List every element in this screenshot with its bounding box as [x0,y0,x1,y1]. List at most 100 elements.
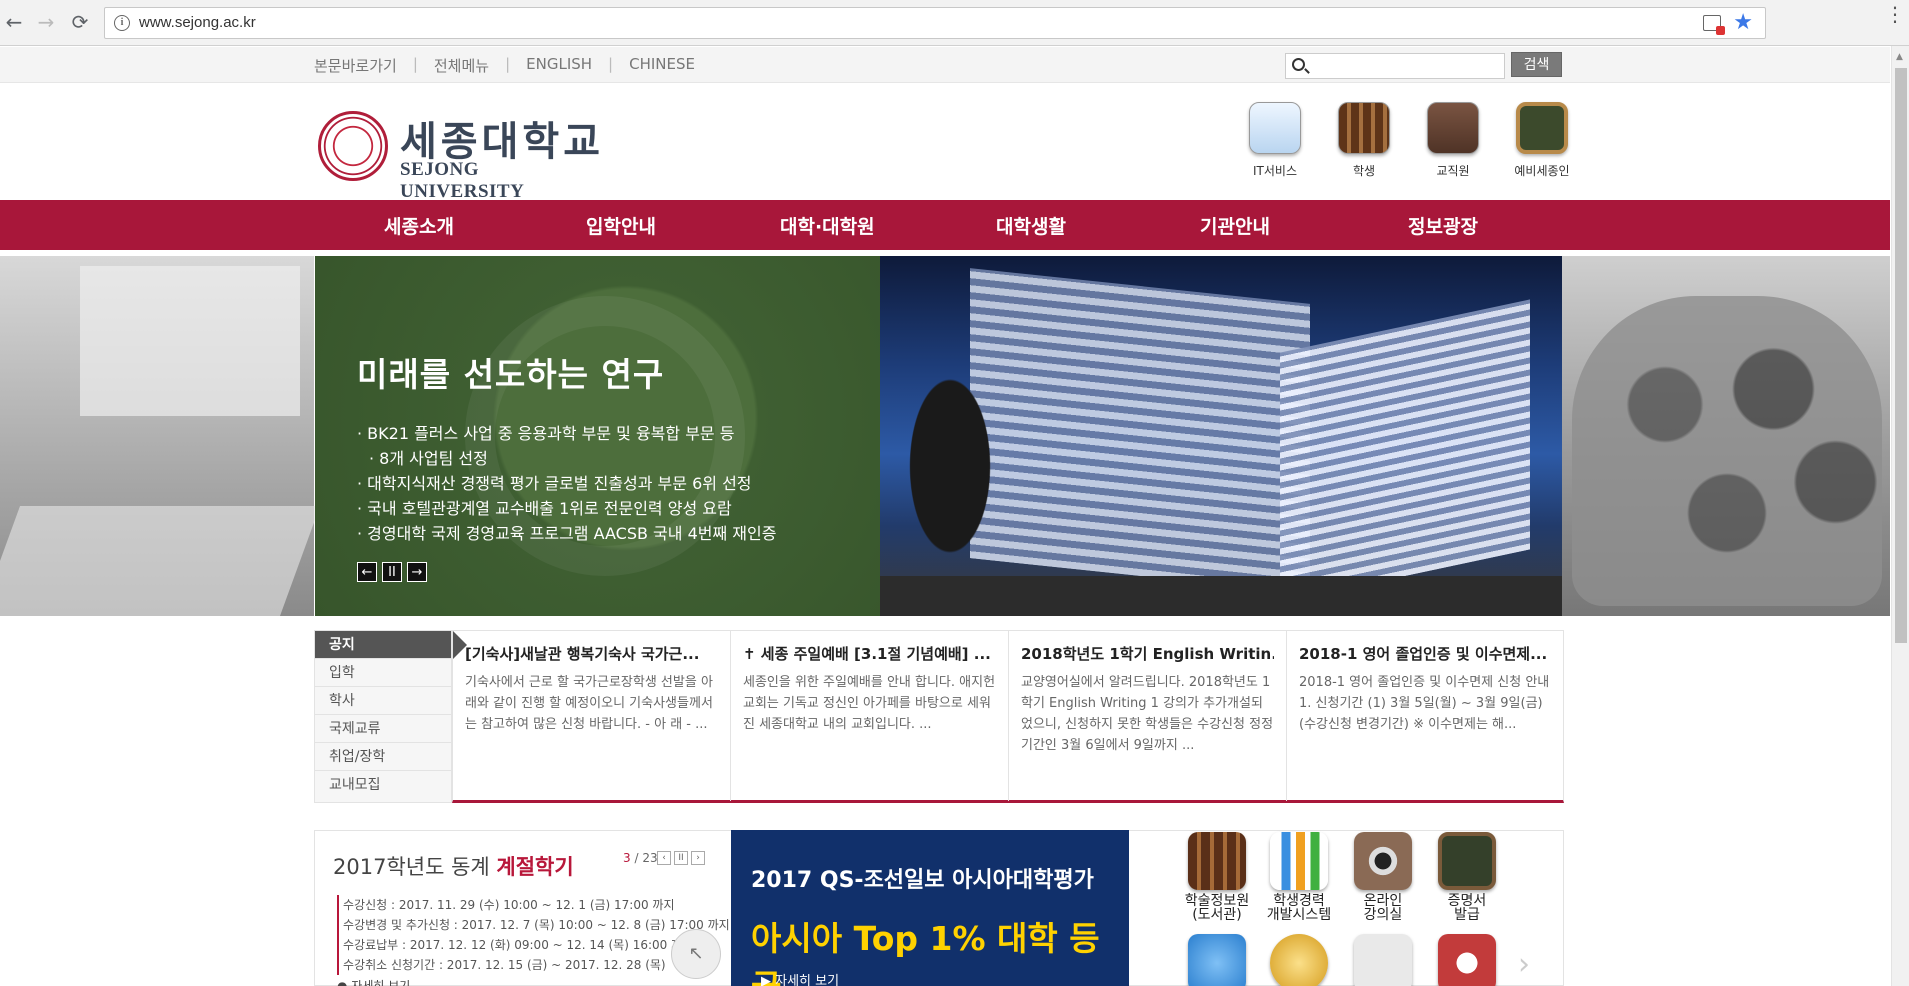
bar-chart-icon [1270,832,1328,890]
menu-item-about[interactable]: 세종소개 [384,212,454,239]
menu-item-campus-life[interactable]: 대학생활 [996,212,1066,239]
all-menu-link[interactable]: 전체메뉴 [434,55,489,76]
scrollbar-thumb[interactable] [1895,68,1907,643]
shortcut-search[interactable] [1341,930,1425,986]
shortcut-certificate[interactable]: 증명서 발급 [1425,828,1509,922]
shortcut-global[interactable] [1175,930,1259,986]
plaza [880,576,1562,616]
skip-to-content-link[interactable]: 본문바로가기 [314,55,397,76]
tab-notice[interactable]: 공지 [315,631,467,659]
notice-body: 2018-1 영어 졸업인증 및 이수면제 신청 안내 1. 신청기간 (1) … [1299,675,1550,732]
pager-pause-icon[interactable]: II [674,851,688,865]
banner-prev-button[interactable]: ← [357,562,377,582]
schedule-title-main: 2017학년도 동계 [333,855,497,879]
reload-icon[interactable]: ⟳ [68,10,92,34]
tab-admission[interactable]: 입학 [315,659,451,687]
blackboard-icon [1516,102,1568,154]
notice-title[interactable]: ✝ 세종 주일예배 [3.1절 기념예배] ... [743,643,996,664]
tab-career-scholarship[interactable]: 취업/장학 [315,743,451,771]
notice-tabs: 공지 입학 학사 국제교류 취업/장학 교내모집 [314,630,467,803]
seal-stamp-icon [1438,934,1496,986]
divider: | [608,55,614,73]
banner-bullet: 경영대학 국제 경영교육 프로그램 AACSB 국내 4번째 재인증 [357,521,776,546]
shortcut-next-arrow-icon[interactable]: › [1518,947,1530,982]
notice-card[interactable]: 2018-1 영어 졸업인증 및 이수면제... 2018-1 영어 졸업인증 … [1287,631,1565,801]
scroll-up-icon[interactable]: ▲ [1896,52,1903,62]
banner-next-button[interactable]: → [407,562,427,582]
vertical-scrollbar[interactable]: ▲ [1891,46,1909,986]
schedule-more-link[interactable]: ● 자세히 보기 [337,977,410,986]
main-menu: 세종소개 입학안내 대학·대학원 대학생활 기관안내 정보광장 [0,200,1890,250]
back-button-icon[interactable]: ← [2,10,26,34]
quick-link-it-service[interactable]: IT서비스 [1245,102,1305,179]
chat-window-icon [1249,102,1301,154]
search-button[interactable]: 검색 [1511,52,1562,77]
shortcut-library[interactable]: 학술정보원 (도서관) [1175,828,1259,922]
building [1280,299,1530,603]
quick-link-student[interactable]: 학생 [1334,102,1394,179]
banner-bullet-continued: 8개 사업팀 선정 [357,446,776,471]
tab-international[interactable]: 국제교류 [315,715,451,743]
qs-banner-more[interactable]: ▶ 자세히 보기 [761,970,839,986]
menu-item-admission[interactable]: 입학안내 [586,212,656,239]
popup-blocked-icon[interactable] [1703,15,1725,35]
banner-bullet: BK21 플러스 사업 중 응용과학 부문 및 융복합 부문 등 [357,421,776,446]
menu-item-info-plaza[interactable]: 정보광장 [1408,212,1478,239]
search-icon [1292,58,1305,71]
briefcase-icon [1427,102,1479,154]
meeting-table [0,506,321,616]
site-info-icon[interactable]: i [114,15,130,31]
banner-pause-button[interactable]: II [382,562,402,582]
campus-night-photo [880,256,1562,616]
menu-item-colleges[interactable]: 대학·대학원 [780,212,875,239]
quick-link-label: 교직원 [1436,164,1470,178]
notice-card[interactable]: [기숙사]새날관 행복기숙사 국가근... 기숙사에서 근로 할 국가근로장학생… [453,631,731,801]
url-text[interactable]: www.sejong.ac.kr [139,14,256,31]
university-logo[interactable]: 세종대학교 SEJONG UNIVERSITY [318,109,608,202]
quick-link-staff[interactable]: 교직원 [1423,102,1483,179]
bookmark-star-icon[interactable]: ★ [1733,10,1753,35]
quick-link-prospective[interactable]: 예비세종인 [1512,102,1572,179]
divider: | [412,55,418,73]
bookshelf-icon [1338,102,1390,154]
notice-body: 기숙사에서 근로 할 국가근로장학생 선발을 아래와 같이 진행 할 예정이오니… [465,675,713,732]
notice-title[interactable]: 2018-1 영어 졸업인증 및 이수면제... [1299,643,1553,664]
shortcut-career-system[interactable]: 학생경력 개발시스템 [1257,828,1341,922]
search-input[interactable] [1285,53,1505,79]
divider: | [505,55,511,73]
window-light [80,266,300,416]
library-icon [1188,832,1246,890]
pointer-cursor-icon[interactable]: ↖ [671,929,721,979]
shortcut-award[interactable] [1257,930,1341,986]
address-bar[interactable]: i www.sejong.ac.kr ★ [104,7,1766,39]
english-link[interactable]: ENGLISH [526,55,592,76]
pager-prev-icon[interactable]: ‹ [657,851,671,865]
chinese-link[interactable]: CHINESE [629,55,695,76]
notice-cards: [기숙사]새날관 행복기숙사 국가근... 기숙사에서 근로 할 국가근로장학생… [452,630,1564,803]
banner-text-panel: 미래를 선도하는 연구 BK21 플러스 사업 중 응용과학 부문 및 융복합 … [315,256,880,616]
pager-next-icon[interactable]: › [691,851,705,865]
schedule-item: 수강신청 : 2017. 11. 29 (수) 10:00 ~ 12. 1 (금… [343,898,675,912]
banner-bullet: 국내 호텔관광계열 교수배출 1위로 전문인력 양성 요람 [357,496,776,521]
notice-card[interactable]: ✝ 세종 주일예배 [3.1절 기념예배] ... 세종인을 위한 주일예배를 … [731,631,1009,801]
notice-card[interactable]: 2018학년도 1학기 English Writin... 교양영어실에서 알려… [1009,631,1287,801]
quick-link-label: 학생 [1352,164,1376,178]
speaker-icon [1354,832,1412,890]
shortcut-seal[interactable] [1425,930,1509,986]
notice-body: 세종인을 위한 주일예배를 안내 합니다. 애지헌 교회는 기독교 정신인 아가… [743,675,996,732]
qs-ranking-banner[interactable]: 2017 QS-조선일보 아시아대학평가 아시아 Top 1% 대학 등극 ▶ … [731,830,1129,986]
browser-menu-icon[interactable]: ⋮ [1885,4,1905,24]
shortcut-online-class[interactable]: 온라인 강의실 [1341,828,1425,922]
forward-button-icon[interactable]: → [34,10,58,34]
pager-total: / 23 [634,851,658,865]
tab-campus-recruit[interactable]: 교내모집 [315,771,451,799]
notice-title[interactable]: 2018학년도 1학기 English Writin... [1021,643,1274,664]
schedule-title: 2017학년도 동계 계절학기 [333,851,574,881]
qs-banner-line1: 2017 QS-조선일보 아시아대학평가 [751,868,1094,893]
notice-title[interactable]: [기숙사]새날관 행복기숙사 국가근... [465,643,718,664]
tab-academic[interactable]: 학사 [315,687,451,715]
menu-item-institutions[interactable]: 기관안내 [1200,212,1270,239]
schedule-list: 수강신청 : 2017. 11. 29 (수) 10:00 ~ 12. 1 (금… [337,895,730,975]
schedule-pager: 3 / 23 [623,851,658,865]
utility-bar: 본문바로가기 | 전체메뉴 | ENGLISH | CHINESE 검색 [0,47,1890,83]
